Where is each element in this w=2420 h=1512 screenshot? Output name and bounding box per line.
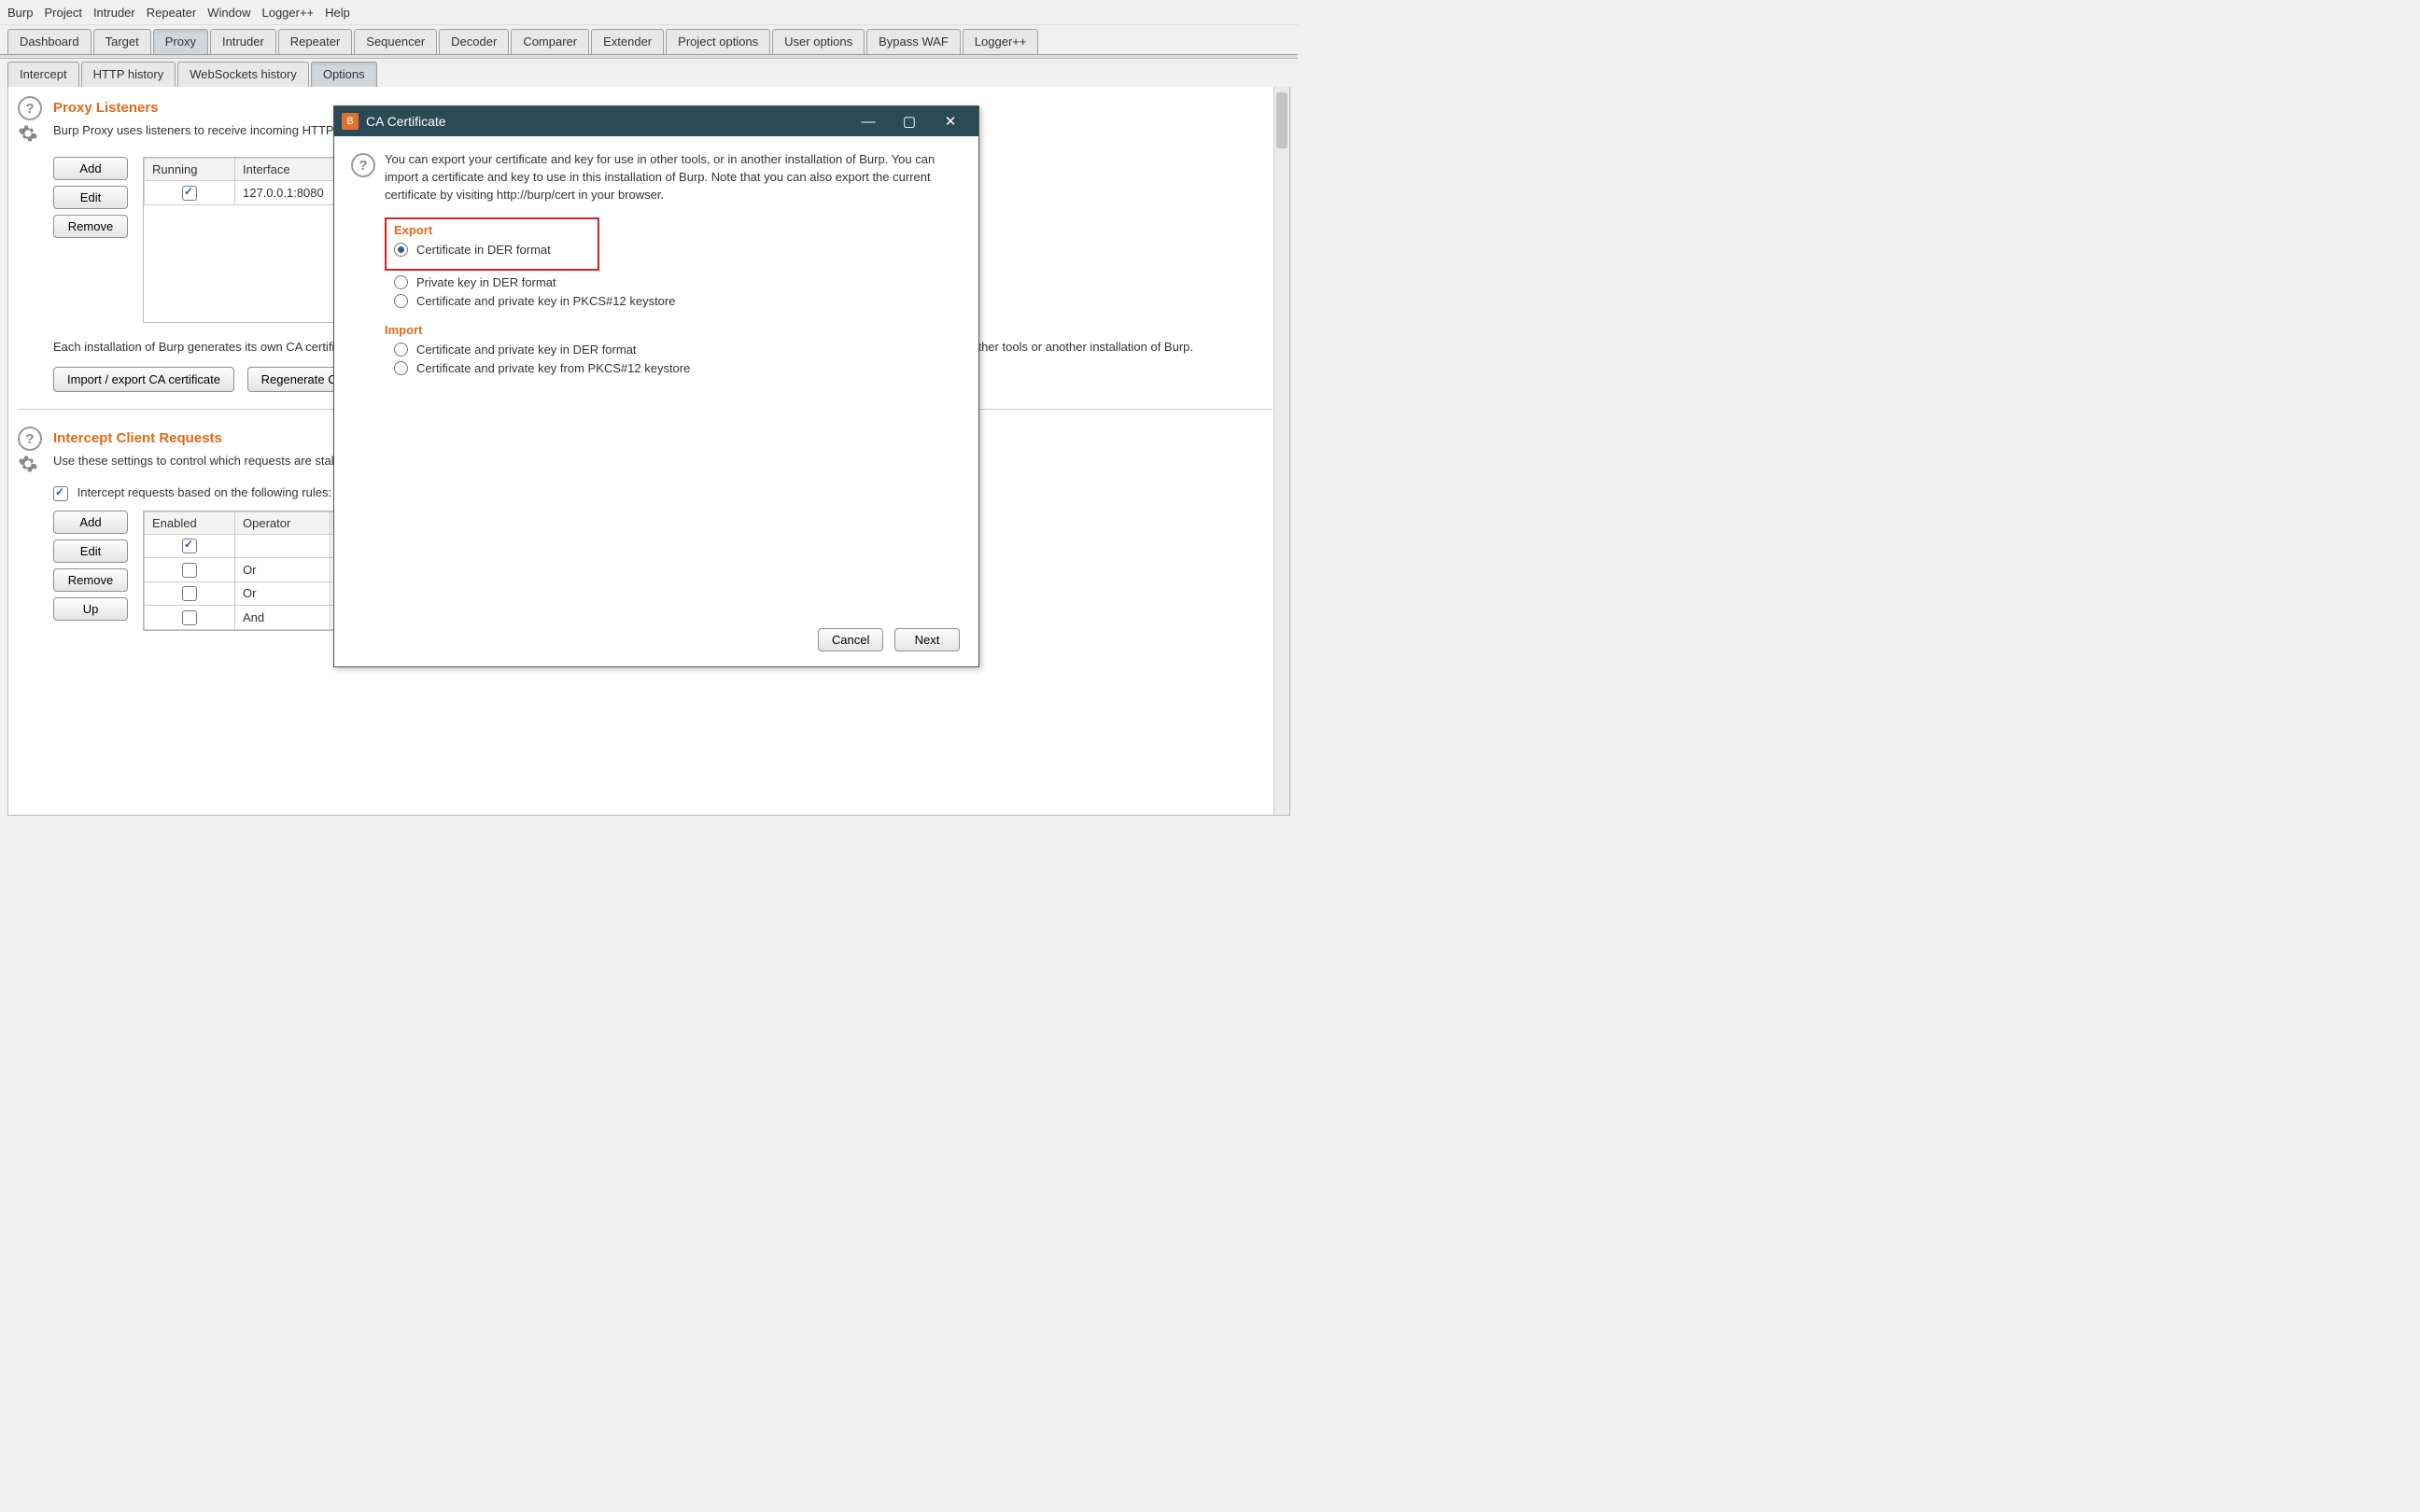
dialog-titlebar[interactable]: B CA Certificate — ▢ ✕: [334, 106, 978, 136]
import-export-ca-button[interactable]: Import / export CA certificate: [53, 367, 234, 392]
tab-bypass-waf[interactable]: Bypass WAF: [866, 29, 961, 54]
tab-sequencer[interactable]: Sequencer: [354, 29, 437, 54]
radio-cert-der[interactable]: Certificate in DER format: [394, 243, 590, 257]
tab-loggerpp[interactable]: Logger++: [963, 29, 1039, 54]
radio-private-der[interactable]: Private key in DER format: [394, 275, 958, 289]
radio-icon[interactable]: [394, 275, 408, 289]
dialog-footer: Cancel Next: [334, 619, 978, 666]
listener-edit-button[interactable]: Edit: [53, 186, 128, 209]
subtab-http-history[interactable]: HTTP history: [81, 62, 176, 87]
tab-project-options[interactable]: Project options: [666, 29, 770, 54]
scroll-thumb[interactable]: [1276, 92, 1287, 148]
menu-help[interactable]: Help: [325, 6, 350, 20]
tab-target[interactable]: Target: [93, 29, 151, 54]
col-running[interactable]: Running: [145, 159, 235, 181]
gear-icon[interactable]: [18, 454, 38, 474]
listener-remove-button[interactable]: Remove: [53, 215, 128, 238]
tab-user-options[interactable]: User options: [772, 29, 865, 54]
rule-edit-button[interactable]: Edit: [53, 539, 128, 563]
listener-add-button[interactable]: Add: [53, 157, 128, 180]
tab-comparer[interactable]: Comparer: [511, 29, 589, 54]
subtab-options[interactable]: Options: [311, 62, 377, 87]
help-icon[interactable]: ?: [18, 427, 42, 451]
dialog-title: CA Certificate: [366, 114, 446, 129]
radio-label: Certificate and private key in PKCS#12 k…: [416, 294, 675, 308]
rule-remove-button[interactable]: Remove: [53, 568, 128, 592]
minimize-icon[interactable]: —: [848, 114, 889, 130]
rule-enabled-checkbox[interactable]: [182, 586, 197, 601]
radio-cert-pkcs12[interactable]: Certificate and private key in PKCS#12 k…: [394, 294, 958, 308]
tab-proxy[interactable]: Proxy: [153, 29, 208, 54]
menu-intruder[interactable]: Intruder: [93, 6, 135, 20]
menu-burp[interactable]: Burp: [7, 6, 33, 20]
vertical-scrollbar[interactable]: [1273, 87, 1289, 815]
burp-icon: B: [342, 113, 359, 130]
import-title: Import: [385, 323, 958, 337]
rules-btncol: Add Edit Remove Up: [53, 511, 128, 621]
cancel-button[interactable]: Cancel: [818, 628, 883, 651]
tab-dashboard[interactable]: Dashboard: [7, 29, 91, 54]
listener-btncol: Add Edit Remove: [53, 157, 128, 323]
help-icon[interactable]: ?: [351, 153, 375, 177]
radio-label: Certificate and private key from PKCS#12…: [416, 361, 690, 375]
subtab-websockets-history[interactable]: WebSockets history: [177, 62, 309, 87]
menu-loggerpp[interactable]: Logger++: [261, 6, 314, 20]
dialog-body: ? You can export your certificate and ke…: [334, 136, 978, 619]
radio-icon[interactable]: [394, 343, 408, 357]
rule-enabled-checkbox[interactable]: [182, 610, 197, 625]
app-window: Burp Project Intruder Repeater Window Lo…: [0, 0, 1298, 805]
radio-icon[interactable]: [394, 361, 408, 375]
tab-repeater[interactable]: Repeater: [278, 29, 352, 54]
top-tabs: Dashboard Target Proxy Intruder Repeater…: [0, 25, 1298, 54]
gear-icon[interactable]: [18, 123, 38, 144]
menu-window[interactable]: Window: [207, 6, 250, 20]
tab-extender[interactable]: Extender: [591, 29, 664, 54]
radio-label: Certificate in DER format: [416, 243, 551, 257]
ca-certificate-dialog: B CA Certificate — ▢ ✕ ? You can export …: [333, 105, 979, 667]
menu-repeater[interactable]: Repeater: [147, 6, 196, 20]
radio-import-pkcs12[interactable]: Certificate and private key from PKCS#12…: [394, 361, 958, 375]
rule-add-button[interactable]: Add: [53, 511, 128, 534]
tab-intruder[interactable]: Intruder: [210, 29, 276, 54]
rule-up-button[interactable]: Up: [53, 597, 128, 621]
dialog-intro: You can export your certificate and key …: [385, 151, 958, 204]
menubar: Burp Project Intruder Repeater Window Lo…: [0, 0, 1298, 25]
intercept-enable-checkbox[interactable]: [53, 486, 68, 501]
radio-icon[interactable]: [394, 294, 408, 308]
export-title: Export: [394, 223, 590, 237]
rule-enabled-checkbox[interactable]: [182, 539, 197, 553]
maximize-icon[interactable]: ▢: [889, 113, 930, 130]
radio-label: Private key in DER format: [416, 275, 556, 289]
rule-enabled-checkbox[interactable]: [182, 563, 197, 578]
running-checkbox[interactable]: [182, 186, 197, 201]
help-icon[interactable]: ?: [18, 96, 42, 120]
subtab-intercept[interactable]: Intercept: [7, 62, 79, 87]
radio-import-der[interactable]: Certificate and private key in DER forma…: [394, 343, 958, 357]
radio-icon[interactable]: [394, 243, 408, 257]
col-operator[interactable]: Operator: [235, 511, 331, 534]
intercept-checkbox-label: Intercept requests based on the followin…: [77, 485, 331, 499]
proxy-subtabs: Intercept HTTP history WebSockets histor…: [0, 59, 1298, 87]
export-highlight: Export Certificate in DER format: [385, 217, 599, 271]
close-icon[interactable]: ✕: [930, 113, 971, 130]
col-enabled[interactable]: Enabled: [145, 511, 235, 534]
menu-project[interactable]: Project: [44, 6, 81, 20]
tab-decoder[interactable]: Decoder: [439, 29, 509, 54]
radio-label: Certificate and private key in DER forma…: [416, 343, 637, 357]
next-button[interactable]: Next: [894, 628, 960, 651]
